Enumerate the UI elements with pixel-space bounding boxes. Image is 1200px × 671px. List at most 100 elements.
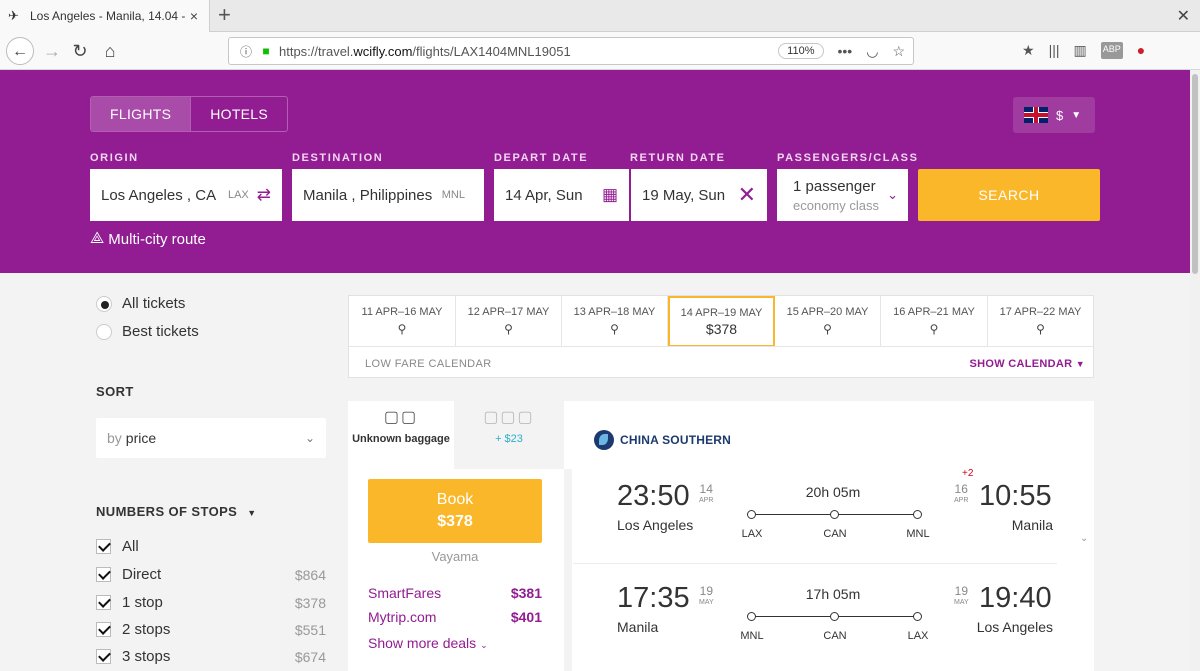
filter-best-tickets[interactable]: Best tickets — [96, 323, 199, 340]
sidebar-icon[interactable]: ▥ — [1073, 42, 1086, 59]
close-tab-icon[interactable]: × — [187, 8, 201, 24]
search-button[interactable]: SEARCH — [918, 169, 1100, 221]
stop-dot — [830, 510, 839, 519]
checkbox[interactable] — [96, 539, 111, 554]
bag-icon: ▢▢▢ — [483, 409, 535, 426]
checkbox[interactable] — [96, 622, 111, 637]
date-cell[interactable]: 11 APR–16 MAY ⚲ — [349, 296, 456, 346]
search-icon: ⚲ — [504, 322, 513, 336]
multicity-label: Multi-city route — [108, 230, 206, 248]
deal-row[interactable]: Mytrip.com $401 — [368, 609, 542, 625]
pocket-icon[interactable]: ◡ — [866, 43, 878, 60]
more-deals-label: Show more deals — [368, 635, 477, 651]
browser-tab[interactable]: ✈ Los Angeles - Manila, 14.04 - 1 × — [0, 0, 210, 32]
stop-option-3[interactable]: 3 stops $674 — [96, 648, 326, 665]
search-icon: ⚲ — [823, 322, 832, 336]
stop-dot — [913, 510, 922, 519]
currency-symbol: $ — [1056, 107, 1064, 123]
class-value: economy class — [793, 197, 879, 213]
url-text[interactable]: https://travel.wcifly.com/flights/LAX140… — [275, 44, 778, 59]
sort-select[interactable]: by price ⌄ — [96, 418, 326, 458]
passengers-field[interactable]: 1 passenger economy class ⌄ — [777, 169, 908, 221]
info-icon[interactable]: ⓘ — [235, 43, 257, 60]
baggage-tab-extra[interactable]: ▢▢▢ + $23 — [454, 401, 564, 469]
show-more-deals-link[interactable]: Show more deals ⌄ — [368, 635, 488, 651]
stop-dot — [830, 612, 839, 621]
home-icon[interactable]: ⌂ — [96, 37, 124, 65]
arrival-city: Los Angeles — [976, 619, 1053, 635]
date-cell[interactable]: 12 APR–17 MAY ⚲ — [456, 296, 562, 346]
date-cell[interactable]: 17 APR–22 MAY ⚲ — [988, 296, 1093, 346]
pinterest-icon[interactable]: ● — [1137, 42, 1145, 59]
date-range: 14 APR–19 MAY — [680, 307, 763, 319]
stop-option-1[interactable]: 1 stop $378 — [96, 594, 326, 611]
filter-all-tickets[interactable]: All tickets — [96, 295, 185, 312]
library-icon[interactable]: ||| — [1049, 42, 1060, 59]
airport-code: LAX — [907, 630, 929, 642]
reload-icon[interactable]: ↻ — [66, 37, 94, 65]
back-icon[interactable]: ← — [6, 37, 34, 65]
checkbox[interactable] — [96, 595, 111, 610]
deal-row[interactable]: SmartFares $381 — [368, 585, 542, 601]
agency-name: Vayama — [431, 549, 479, 564]
arrival-date: 16 APR — [954, 483, 968, 507]
divider — [573, 563, 1057, 564]
swap-icon[interactable]: ⇄ — [257, 185, 271, 205]
date-range: 16 APR–21 MAY — [893, 306, 975, 318]
radio-off[interactable] — [96, 323, 112, 340]
chevron-down-icon: ▼ — [1071, 109, 1082, 121]
url-domain: wcifly.com — [353, 43, 413, 59]
tab-hotels[interactable]: HOTELS — [191, 97, 287, 131]
bookmark-star-icon[interactable]: ☆ — [892, 43, 905, 60]
search-icon: ⚲ — [929, 322, 939, 336]
baggage-extra-price: + $23 — [495, 433, 523, 445]
deal-name: SmartFares — [368, 585, 442, 601]
return-date-field[interactable]: 19 May, Sun ✕ — [631, 169, 767, 221]
adblock-icon[interactable]: ABP — [1100, 42, 1123, 59]
scrollbar-thumb[interactable] — [1192, 74, 1198, 274]
expand-chevron-icon[interactable]: ⌄ — [1080, 533, 1088, 544]
tab-flights[interactable]: FLIGHTS — [91, 97, 192, 131]
lock-icon: ■ — [262, 44, 270, 58]
stops-heading[interactable]: NUMBERS OF STOPS ▼ — [96, 504, 257, 519]
baggage-tab-unknown[interactable]: ▢▢ Unknown baggage — [348, 401, 454, 469]
destination-field[interactable]: Manila , Philippines MNL — [292, 169, 484, 221]
radio-on[interactable] — [96, 295, 112, 312]
new-tab-icon[interactable]: + — [218, 4, 231, 26]
zoom-badge[interactable]: 110% — [778, 43, 824, 59]
date-cell[interactable]: 13 APR–18 MAY ⚲ — [562, 296, 668, 346]
search-icon: ⚲ — [610, 322, 619, 336]
forward-icon[interactable]: → — [38, 37, 66, 65]
show-calendar-link[interactable]: SHOW CALENDAR ▼ — [970, 358, 1085, 370]
page-scrollbar[interactable] — [1190, 70, 1200, 671]
sort-by-label: by — [107, 430, 122, 446]
date-cell-selected[interactable]: 14 APR–19 MAY $378 — [668, 296, 775, 347]
stop-option-direct[interactable]: Direct $864 — [96, 566, 326, 583]
origin-label: ORIGIN — [90, 152, 139, 164]
checkbox[interactable] — [96, 649, 111, 664]
stops-heading-label: NUMBERS OF STOPS — [96, 504, 238, 519]
window-close-icon[interactable]: ✕ — [1177, 6, 1190, 26]
address-bar[interactable]: ⓘ ■ https://travel.wcifly.com/flights/LA… — [228, 37, 914, 65]
depart-date-field[interactable]: 14 Apr, Sun ▦ — [494, 169, 629, 221]
stop-dot — [913, 612, 922, 621]
multicity-link[interactable]: ⟁ Multi-city route — [90, 230, 206, 248]
day: 19 — [954, 584, 968, 598]
stop-option-2[interactable]: 2 stops $551 — [96, 621, 326, 638]
more-icon[interactable]: ••• — [838, 43, 853, 60]
origin-field[interactable]: Los Angeles , CA LAX ⇄ — [90, 169, 282, 221]
stop-price: $551 — [294, 621, 326, 638]
book-button[interactable]: Book $378 — [368, 479, 542, 543]
bookmarks-star-icon[interactable]: ★ — [1022, 42, 1035, 59]
date-cell[interactable]: 15 APR–20 MAY ⚲ — [775, 296, 881, 346]
airline-name: CHINA SOUTHERN — [620, 433, 732, 447]
date-cell[interactable]: 16 APR–21 MAY ⚲ — [881, 296, 988, 346]
book-price: $378 — [437, 513, 473, 530]
currency-selector[interactable]: $ ▼ — [1013, 97, 1095, 133]
stop-option-all[interactable]: All — [96, 538, 326, 555]
clear-return-icon[interactable]: ✕ — [738, 182, 756, 208]
calendar-icon[interactable]: ▦ — [602, 185, 618, 205]
checkbox[interactable] — [96, 567, 111, 582]
browser-tabbar: ✈ Los Angeles - Manila, 14.04 - 1 × + ✕ — [0, 0, 1200, 32]
arrival-date: 19 MAY — [954, 585, 969, 609]
